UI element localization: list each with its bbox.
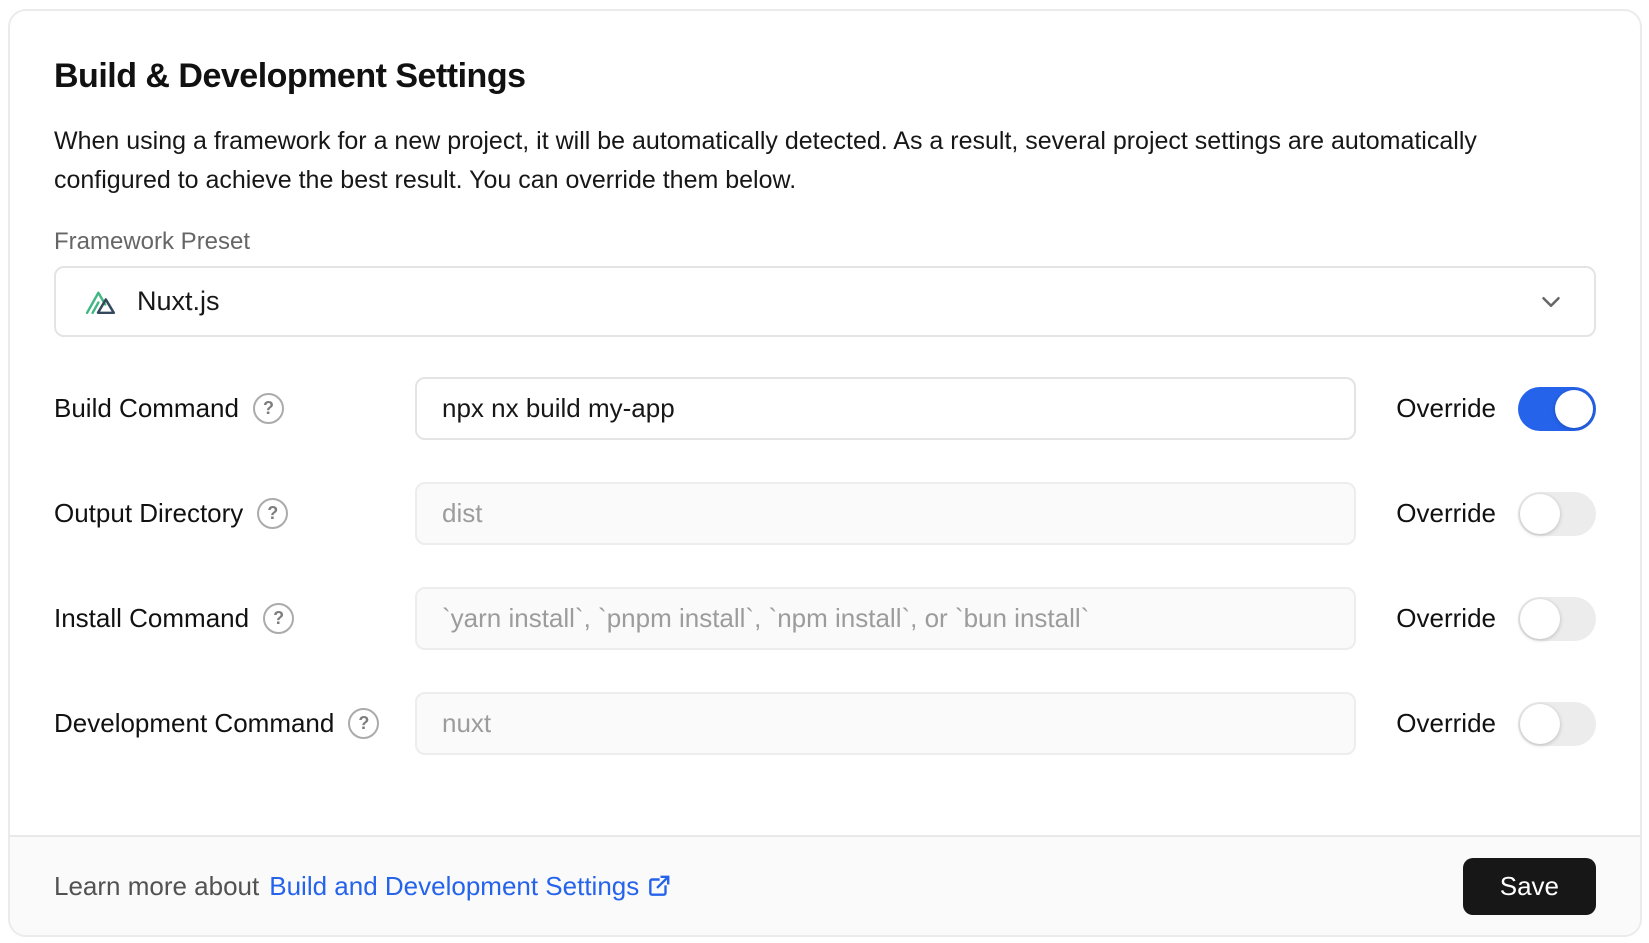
chevron-down-icon (1536, 287, 1566, 317)
help-icon[interactable]: ? (263, 603, 294, 634)
install-command-label: Install Command (54, 603, 249, 634)
nuxt-logo-icon (84, 287, 121, 316)
toggle-knob (1520, 599, 1560, 639)
build-command-override-toggle[interactable] (1518, 387, 1596, 431)
override-label: Override (1396, 393, 1496, 424)
learn-more-text: Learn more about Build and Development S… (54, 871, 672, 902)
override-label: Override (1396, 603, 1496, 634)
save-button[interactable]: Save (1463, 858, 1596, 915)
page-title: Build & Development Settings (54, 57, 1596, 96)
development-command-label: Development Command (54, 708, 334, 739)
install-command-input (415, 587, 1356, 650)
learn-more-prefix: Learn more about (54, 871, 259, 902)
setting-row-output-directory: Output Directory ? Override (54, 482, 1596, 545)
row-label: Install Command ? (54, 603, 415, 634)
card-footer: Learn more about Build and Development S… (10, 835, 1640, 935)
build-command-label: Build Command (54, 393, 239, 424)
toggle-knob (1555, 390, 1593, 428)
description-line-1: When using a framework for a new project… (54, 127, 1477, 155)
framework-preset-select[interactable]: Nuxt.js (54, 266, 1596, 337)
help-icon[interactable]: ? (348, 708, 379, 739)
development-command-input (415, 692, 1356, 755)
output-directory-label: Output Directory (54, 498, 243, 529)
row-label: Output Directory ? (54, 498, 415, 529)
build-dev-settings-link[interactable]: Build and Development Settings (269, 871, 672, 902)
help-icon[interactable]: ? (253, 393, 284, 424)
setting-row-build-command: Build Command ? Override (54, 377, 1596, 440)
description-line-2: configured to achieve the best result. Y… (54, 166, 796, 194)
row-label: Development Command ? (54, 708, 415, 739)
install-command-override-toggle[interactable] (1518, 597, 1596, 641)
row-label: Build Command ? (54, 393, 415, 424)
override-label: Override (1396, 708, 1496, 739)
toggle-knob (1520, 704, 1560, 744)
help-icon[interactable]: ? (257, 498, 288, 529)
override-label: Override (1396, 498, 1496, 529)
output-directory-override-toggle[interactable] (1518, 492, 1596, 536)
development-command-override-toggle[interactable] (1518, 702, 1596, 746)
toggle-knob (1520, 494, 1560, 534)
link-text: Build and Development Settings (269, 871, 639, 902)
output-directory-input (415, 482, 1356, 545)
setting-row-development-command: Development Command ? Override (54, 692, 1596, 755)
framework-preset-value: Nuxt.js (137, 286, 220, 317)
card-body: Build & Development Settings When using … (10, 11, 1640, 835)
build-command-input[interactable] (415, 377, 1356, 440)
framework-preset-label: Framework Preset (54, 228, 1596, 256)
external-link-icon (646, 873, 672, 899)
build-dev-settings-card: Build & Development Settings When using … (8, 9, 1642, 937)
setting-row-install-command: Install Command ? Override (54, 587, 1596, 650)
settings-rows: Build Command ? Override Output Director… (54, 377, 1596, 755)
description: When using a framework for a new project… (54, 122, 1596, 200)
